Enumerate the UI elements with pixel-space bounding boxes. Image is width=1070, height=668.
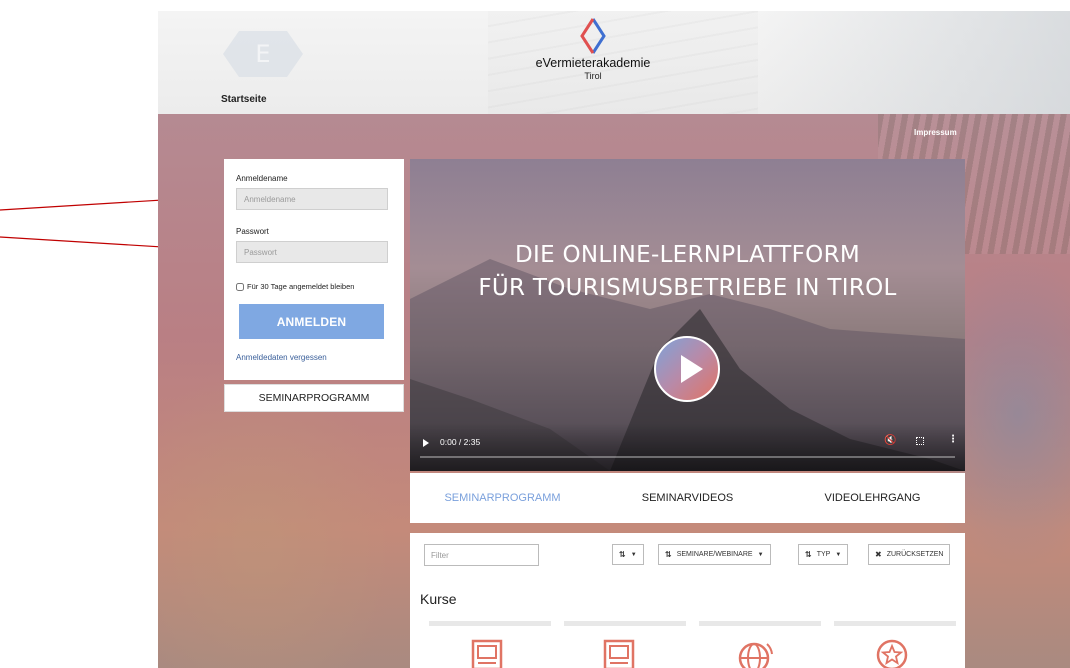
- tab-seminarprogramm[interactable]: SEMINARPROGRAMM: [410, 492, 595, 504]
- card-separator: [429, 621, 551, 626]
- typ-dropdown[interactable]: ⇅ TYP ▼: [798, 544, 849, 565]
- card-separator: [699, 621, 821, 626]
- typ-label: TYP: [816, 551, 831, 558]
- password-input[interactable]: [236, 241, 388, 263]
- play-button-icon[interactable]: [654, 336, 720, 402]
- login-button[interactable]: ANMELDEN: [239, 304, 384, 339]
- card-separator: [564, 621, 686, 626]
- filter-input[interactable]: [424, 544, 539, 566]
- diamond-logo-icon[interactable]: [580, 17, 606, 55]
- play-small-icon[interactable]: [423, 439, 429, 447]
- seminar-type-dropdown[interactable]: ⇅ SEMINARE/WEBINARE ▼: [658, 544, 771, 565]
- fullscreen-icon[interactable]: [916, 437, 924, 445]
- startseite-link[interactable]: Startseite: [221, 94, 267, 105]
- video-progress-track[interactable]: [420, 456, 955, 458]
- password-label: Passwort: [236, 227, 269, 236]
- username-label: Anmeldename: [236, 174, 288, 183]
- video-player[interactable]: DIE ONLINE-LERNPLATTFORM FÜR TOURISMUSBE…: [410, 159, 965, 471]
- page-frame: E Startseite eVermieterakademie Tirol Im…: [158, 11, 1070, 668]
- tab-videolehrgang[interactable]: VIDEOLEHRGANG: [780, 492, 965, 504]
- content-tabs: SEMINARPROGRAMM SEMINARVIDEOS VIDEOLEHRG…: [410, 473, 965, 523]
- remember-row: Für 30 Tage angemeldet bleiben: [236, 282, 354, 291]
- username-input[interactable]: [236, 188, 388, 210]
- logo-title: eVermieterakademie: [535, 56, 651, 70]
- forgot-credentials-link[interactable]: Anmeldedaten vergessen: [236, 353, 327, 362]
- more-options-icon[interactable]: ⋮: [948, 434, 958, 445]
- section-title: Kurse: [420, 591, 457, 607]
- video-title-line2: FÜR TOURISMUSBETRIEBE IN TIROL: [478, 275, 897, 301]
- reset-button[interactable]: ✖ ZURÜCKSETZEN: [868, 544, 951, 565]
- globe-icon[interactable]: [734, 638, 774, 668]
- remember-checkbox[interactable]: [236, 282, 244, 291]
- mute-icon[interactable]: 🔇: [884, 435, 896, 446]
- login-panel: Anmeldename Passwort Für 30 Tage angemel…: [224, 159, 404, 380]
- video-title-line1: DIE ONLINE-LERNPLATTFORM: [514, 242, 861, 268]
- course-document-icon[interactable]: [602, 638, 636, 668]
- video-time: 0:00 / 2:35: [440, 437, 481, 447]
- video-controls: 0:00 / 2:35 🔇 ⋮: [410, 423, 965, 471]
- sort-icon: ⇅: [805, 550, 812, 559]
- chevron-down-icon: ▼: [757, 551, 764, 558]
- header-decoration-right: [758, 11, 1070, 114]
- hexagon-logo[interactable]: E: [223, 31, 303, 77]
- reset-label: ZURÜCKSETZEN: [886, 551, 944, 558]
- video-title: DIE ONLINE-LERNPLATTFORM FÜR TOURISMUSBE…: [410, 239, 965, 305]
- course-panel: ⇅ ▼ ⇅ SEMINARE/WEBINARE ▼ ⇅ TYP ▼ ✖ ZURÜ…: [410, 533, 965, 668]
- hexagon-letter: E: [255, 40, 271, 68]
- header: E Startseite eVermieterakademie Tirol: [158, 11, 1070, 114]
- seminarprogramm-button[interactable]: SEMINARPROGRAMM: [224, 384, 404, 412]
- chevron-down-icon: ▼: [630, 551, 637, 558]
- logo-subtitle: Tirol: [584, 71, 602, 81]
- seminar-type-label: SEMINARE/WEBINARE: [676, 551, 753, 558]
- card-separator: [834, 621, 956, 626]
- close-icon: ✖: [875, 550, 882, 559]
- chevron-down-icon: ▼: [835, 551, 842, 558]
- sort-icon: ⇅: [619, 550, 626, 559]
- tab-seminarvideos[interactable]: SEMINARVIDEOS: [595, 492, 780, 504]
- sort-icon: ⇅: [665, 550, 672, 559]
- course-document-icon[interactable]: [470, 638, 504, 668]
- star-badge-icon[interactable]: [875, 638, 909, 668]
- impressum-link[interactable]: Impressum: [914, 128, 957, 137]
- sort-dropdown[interactable]: ⇅ ▼: [612, 544, 644, 565]
- remember-label[interactable]: Für 30 Tage angemeldet bleiben: [247, 282, 354, 291]
